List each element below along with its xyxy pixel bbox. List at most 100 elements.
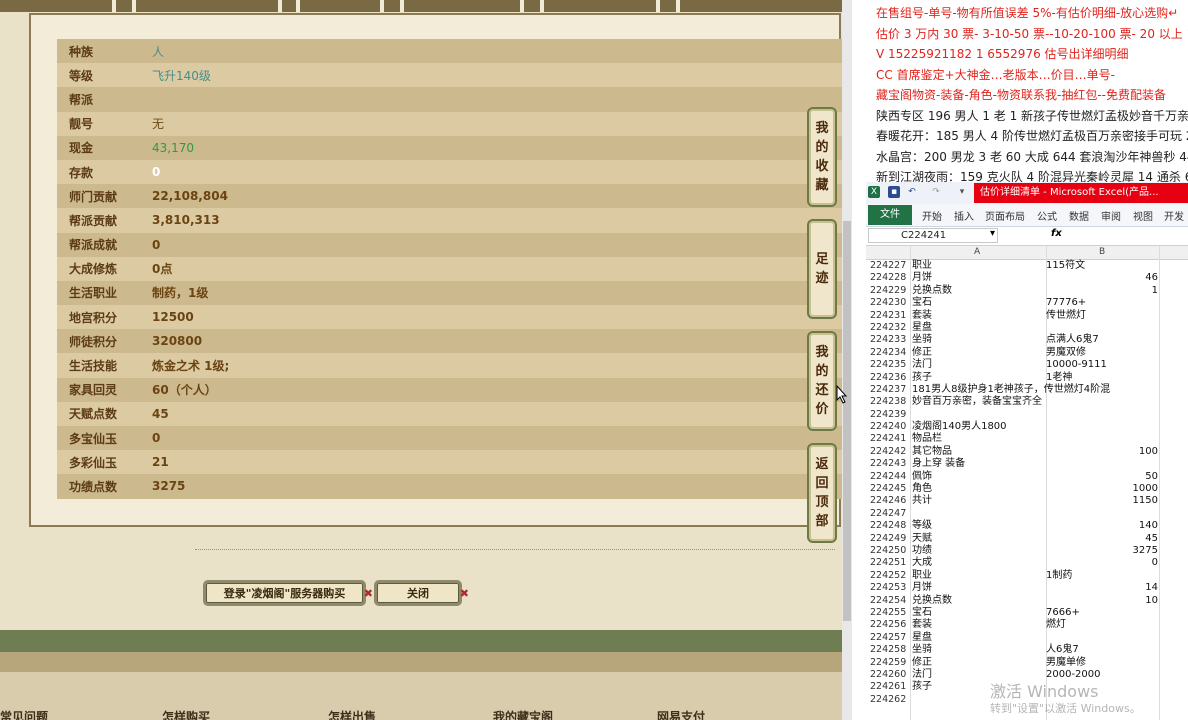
cell-a[interactable]: 套装 (912, 310, 1045, 322)
undo-icon[interactable]: ↶ (906, 186, 918, 198)
row-number[interactable]: 224239 (870, 409, 910, 421)
row-number[interactable]: 224242 (870, 446, 910, 458)
column-header-b[interactable]: B (1099, 247, 1105, 257)
cell-a[interactable]: 星盘 (912, 632, 1045, 644)
sheet-row[interactable]: 224230 宝石 77776+ (866, 297, 1188, 309)
cell-a[interactable]: 宝石 (912, 607, 1045, 619)
fx-icon[interactable]: fx (1051, 228, 1062, 239)
my-offers-button[interactable]: 我的还价 (807, 331, 837, 431)
tab-review[interactable]: 审阅 (1101, 208, 1121, 223)
sheet-row[interactable]: 224244 佩饰 50 (866, 471, 1188, 483)
cell-a[interactable]: 宝石 (912, 297, 1045, 309)
cell-a[interactable]: 职业 (912, 570, 1045, 582)
cell-b[interactable]: 7666+ (1046, 607, 1158, 619)
cell-a[interactable]: 佩饰 (912, 471, 1045, 483)
sheet-row[interactable]: 224229 兑换点数 1 (866, 285, 1188, 297)
cell-b[interactable]: 10 (1046, 595, 1158, 607)
row-number[interactable]: 224261 (870, 681, 910, 693)
cell-a[interactable]: 套装 (912, 619, 1045, 631)
cell-a[interactable]: 妙音百万亲密，装备宝宝齐全 (912, 396, 1045, 408)
footer-link-payment[interactable]: 网易支付 (657, 708, 705, 720)
scrollbar-thumb[interactable] (843, 221, 851, 621)
cell-b[interactable]: 0 (1046, 557, 1158, 569)
cell-b[interactable]: 115符文 (1046, 260, 1158, 272)
footprints-button[interactable]: 足迹 (807, 219, 837, 319)
sheet-row[interactable]: 224257 星盘 (866, 632, 1188, 644)
row-number[interactable]: 224230 (870, 297, 910, 309)
row-number[interactable]: 224254 (870, 595, 910, 607)
row-number[interactable]: 224253 (870, 582, 910, 594)
cell-a[interactable]: 职业 (912, 260, 1045, 272)
sheet-row[interactable]: 224239 (866, 409, 1188, 421)
sheet-row[interactable]: 224246 共计 1150 (866, 495, 1188, 507)
chevron-down-icon[interactable]: ▾ (956, 186, 968, 198)
sheet-row[interactable]: 224258 坐骑 人6鬼7 (866, 644, 1188, 656)
row-number[interactable]: 224249 (870, 533, 910, 545)
cell-a[interactable]: 修正 (912, 657, 1045, 669)
cell-a[interactable]: 181男人8级护身1老神孩子，传世燃灯4阶混 (912, 384, 1110, 396)
row-number[interactable]: 224240 (870, 421, 910, 433)
sheet-row[interactable]: 224228 月饼 46 (866, 272, 1188, 284)
cell-b[interactable]: 男魔单修 (1046, 657, 1158, 669)
sheet-row[interactable]: 224242 其它物品 100 (866, 446, 1188, 458)
cell-a[interactable]: 坐骑 (912, 334, 1045, 346)
cell-b[interactable]: 1老神 (1046, 372, 1158, 384)
cell-b[interactable]: 14 (1046, 582, 1158, 594)
cell-a[interactable]: 大成 (912, 557, 1045, 569)
cell-b[interactable]: 50 (1046, 471, 1158, 483)
cell-a[interactable]: 共计 (912, 495, 1045, 507)
tab-insert[interactable]: 插入 (954, 208, 974, 223)
sheet-row[interactable]: 224256 套装 燃灯 (866, 619, 1188, 631)
column-header-a[interactable]: A (974, 247, 980, 257)
row-number[interactable]: 224245 (870, 483, 910, 495)
row-number[interactable]: 224246 (870, 495, 910, 507)
row-number[interactable]: 224262 (870, 694, 910, 706)
row-number[interactable]: 224244 (870, 471, 910, 483)
row-number[interactable]: 224250 (870, 545, 910, 557)
cell-a[interactable]: 其它物品 (912, 446, 1045, 458)
sheet-row[interactable]: 224250 功绩 3275 (866, 545, 1188, 557)
buy-on-server-button[interactable]: 登录"凌烟阁"服务器购买 ✖ (203, 580, 373, 606)
cell-a[interactable]: 修正 (912, 347, 1045, 359)
row-number[interactable]: 224227 (870, 260, 910, 272)
cell-a[interactable]: 月饼 (912, 272, 1045, 284)
footer-link-faq[interactable]: 常见问题 (0, 708, 48, 720)
row-number[interactable]: 224243 (870, 458, 910, 470)
cell-b[interactable]: 1000 (1046, 483, 1158, 495)
cell-a[interactable]: 角色 (912, 483, 1045, 495)
cell-b[interactable]: 46 (1046, 272, 1158, 284)
row-number[interactable]: 224229 (870, 285, 910, 297)
row-number[interactable]: 224252 (870, 570, 910, 582)
sheet-row[interactable]: 224252 职业 1制药 (866, 570, 1188, 582)
footer-link-how-to-buy[interactable]: 怎样购买 (162, 708, 210, 720)
sheet-row[interactable]: 224227 职业 115符文 (866, 260, 1188, 272)
cell-b[interactable]: 45 (1046, 533, 1158, 545)
cell-a[interactable]: 兑换点数 (912, 285, 1045, 297)
cell-a[interactable]: 凌烟阁140男人1800 (912, 421, 1045, 433)
sheet-grid[interactable]: 224227 职业 115符文 224228 月饼 46 224229 兑换点数 1 224230… (866, 260, 1188, 706)
cell-a[interactable]: 孩子 (912, 372, 1045, 384)
sheet-row[interactable]: 224243 身上穿 装备 (866, 458, 1188, 470)
cell-a[interactable]: 坐骑 (912, 644, 1045, 656)
cell-b[interactable]: 传世燃灯 (1046, 310, 1158, 322)
page-scrollbar[interactable] (842, 0, 852, 720)
cell-a[interactable]: 星盘 (912, 322, 1045, 334)
sheet-row[interactable]: 224245 角色 1000 (866, 483, 1188, 495)
row-number[interactable]: 224235 (870, 359, 910, 371)
sheet-row[interactable]: 224241 物品栏 (866, 433, 1188, 445)
sheet-row[interactable]: 224249 天赋 45 (866, 533, 1188, 545)
footer-link-my-treasure[interactable]: 我的藏宝阁 (493, 708, 553, 720)
row-number[interactable]: 224233 (870, 334, 910, 346)
cell-b[interactable]: 100 (1046, 446, 1158, 458)
tab-data[interactable]: 数据 (1069, 208, 1089, 223)
cell-b[interactable]: 点满人6鬼7 (1046, 334, 1158, 346)
row-number[interactable]: 224238 (870, 396, 910, 408)
row-number[interactable]: 224258 (870, 644, 910, 656)
row-number[interactable]: 224251 (870, 557, 910, 569)
cell-b[interactable]: 1制药 (1046, 570, 1158, 582)
row-number[interactable]: 224232 (870, 322, 910, 334)
chevron-down-icon[interactable]: ▾ (990, 228, 995, 239)
tab-formulas[interactable]: 公式 (1037, 208, 1057, 223)
tab-home[interactable]: 开始 (922, 208, 942, 223)
sheet-row[interactable]: 224254 兑换点数 10 (866, 595, 1188, 607)
